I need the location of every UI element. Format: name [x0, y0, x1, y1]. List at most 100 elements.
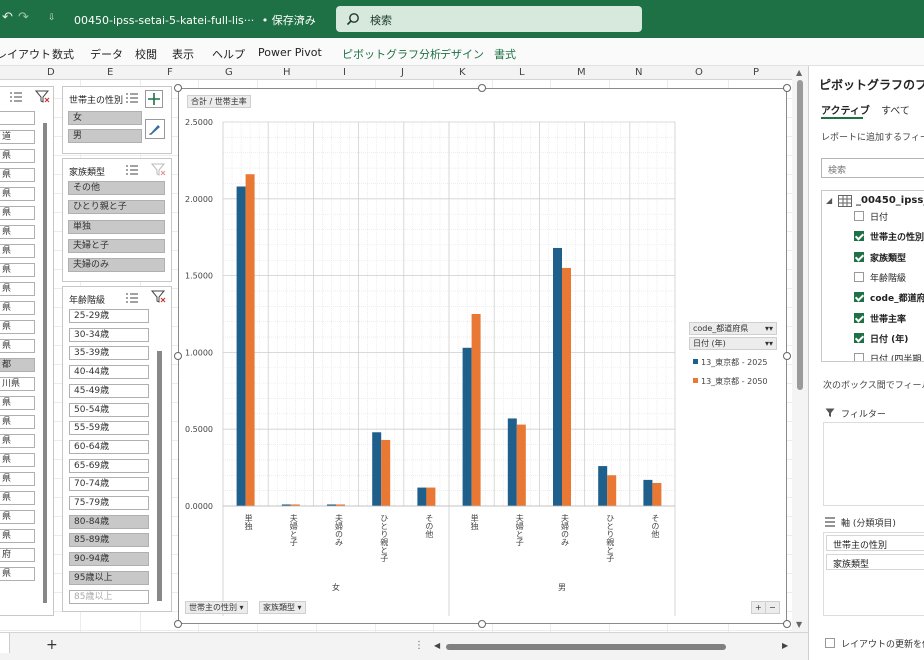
brush-icon[interactable]: [145, 119, 165, 139]
column-header[interactable]: P: [753, 67, 759, 78]
field-search-input[interactable]: 検索: [821, 158, 924, 178]
field-checkbox[interactable]: [854, 271, 864, 282]
resize-handle[interactable]: [174, 84, 182, 92]
slicer-item[interactable]: 県: [0, 206, 35, 220]
ribbon-tab[interactable]: データ: [90, 46, 123, 62]
ribbon-tab[interactable]: ヘルプ: [212, 46, 245, 62]
ribbon-tab[interactable]: 書式: [494, 46, 516, 62]
slicer-item[interactable]: 県: [0, 510, 35, 524]
legend-field-button-code[interactable]: code_都道府県 ▾▾: [689, 322, 777, 335]
field-checkbox[interactable]: [854, 332, 864, 343]
slicer-item[interactable]: 県: [0, 453, 35, 467]
defer-update-checkbox[interactable]: [825, 638, 835, 648]
slicer-item[interactable]: 県: [0, 529, 35, 543]
field-label[interactable]: 世帯主の性別: [870, 230, 924, 243]
ribbon-tab[interactable]: 校閲: [135, 46, 157, 62]
slicer-item[interactable]: ひとり親と子: [68, 200, 165, 215]
field-checkbox[interactable]: [854, 251, 864, 262]
tab-active[interactable]: アクティブ: [821, 102, 870, 117]
slicer-item[interactable]: 45-49歳: [69, 383, 149, 398]
filter-dropdown-icon[interactable]: ▾▾: [765, 323, 773, 334]
slicer-item[interactable]: 県: [0, 320, 35, 334]
slicer-item[interactable]: 県: [0, 187, 35, 201]
expand-field-button[interactable]: +: [751, 601, 766, 614]
slicer-item[interactable]: 県: [0, 567, 35, 581]
slicer-scrollbar[interactable]: [157, 351, 162, 601]
slicer-item[interactable]: 県: [0, 263, 35, 277]
slicer-item[interactable]: 50-54歳: [69, 402, 149, 417]
resize-handle[interactable]: [783, 352, 791, 360]
field-label[interactable]: 年齢階級: [870, 271, 906, 284]
slicer-item[interactable]: 40-44歳: [69, 365, 149, 380]
document-title[interactable]: 00450-ipss-setai-5-katei-full-lis··· • 保…: [74, 12, 316, 28]
filter-drop-area[interactable]: [823, 422, 924, 506]
slicer-item[interactable]: 夫婦のみ: [68, 258, 165, 273]
axis-field-button-sex[interactable]: 世帯主の性別 ▾: [185, 601, 248, 614]
slicer-item[interactable]: [0, 111, 35, 125]
multi-select-icon[interactable]: [125, 292, 139, 304]
filter-dropdown-icon[interactable]: ▾▾: [765, 338, 773, 349]
axis-field-button-family[interactable]: 家族類型 ▾: [259, 601, 306, 614]
ribbon-tab[interactable]: レイアウト: [0, 46, 51, 62]
slicer-item[interactable]: 県: [0, 339, 35, 353]
slicer-item[interactable]: 府: [0, 548, 35, 562]
column-header[interactable]: J: [401, 67, 404, 78]
ribbon-tab[interactable]: ピボットグラフ分析: [342, 46, 441, 62]
ribbon-tab[interactable]: 数式: [52, 46, 74, 62]
slicer-item[interactable]: 県: [0, 472, 35, 486]
slicer-scrollbar[interactable]: [43, 123, 47, 603]
slicer-item[interactable]: 70-74歳: [69, 477, 149, 492]
slicer-item[interactable]: 夫婦と子: [68, 238, 165, 253]
slicer-item[interactable]: 30-34歳: [69, 327, 149, 342]
slicer-item[interactable]: 95歳以上: [69, 570, 149, 585]
field-label[interactable]: 家族類型: [870, 251, 906, 264]
field-checkbox[interactable]: [854, 353, 864, 361]
multi-select-icon[interactable]: [125, 164, 139, 176]
slicer-item[interactable]: その他: [68, 181, 165, 195]
field-checkbox[interactable]: [854, 312, 864, 323]
column-header[interactable]: M: [577, 67, 586, 78]
slicer-item[interactable]: 県: [0, 434, 35, 448]
sheet-tab[interactable]: [0, 633, 10, 653]
slicer-item[interactable]: 川県: [0, 377, 35, 391]
field-label[interactable]: 世帯主率: [870, 312, 906, 325]
slicer-item[interactable]: 女: [68, 111, 142, 125]
slicer-item[interactable]: 県: [0, 225, 35, 239]
tree-expand-icon[interactable]: ◢: [826, 196, 832, 205]
axis-item[interactable]: 世帯主の性別: [826, 535, 924, 551]
ribbon-tab[interactable]: 表示: [172, 46, 194, 62]
slicer-item[interactable]: 県: [0, 282, 35, 296]
column-header[interactable]: O: [695, 67, 703, 78]
clear-filter-icon[interactable]: [151, 290, 167, 304]
tab-all[interactable]: すべて: [881, 102, 910, 117]
clear-filter-icon[interactable]: [151, 163, 167, 177]
legend-field-button-year[interactable]: 日付 (年) ▾▾: [689, 337, 777, 350]
slicer-item[interactable]: 県: [0, 491, 35, 505]
ribbon-tab[interactable]: Power Pivot: [258, 46, 322, 59]
horizontal-scroll-thumb[interactable]: [446, 644, 726, 650]
field-checkbox[interactable]: [854, 231, 864, 242]
axis-drop-area[interactable]: 世帯主の性別 家族類型: [823, 532, 924, 616]
slicer-item[interactable]: 単独: [68, 219, 165, 234]
slicer-item[interactable]: 県: [0, 415, 35, 429]
column-header[interactable]: L: [519, 67, 525, 78]
scroll-up-icon[interactable]: ▲: [796, 68, 802, 77]
resize-handle[interactable]: [174, 352, 182, 360]
column-header[interactable]: E: [107, 67, 113, 78]
slicer-item[interactable]: 県: [0, 301, 35, 315]
multi-select-icon[interactable]: [125, 92, 139, 104]
slicer-item[interactable]: 県: [0, 149, 35, 163]
slicer-item[interactable]: 75-79歳: [69, 496, 149, 510]
column-header[interactable]: F: [167, 67, 173, 78]
title-chevron-icon[interactable]: ⌄: [298, 12, 306, 23]
field-label[interactable]: code_都道府: [870, 291, 924, 304]
field-checkbox[interactable]: [854, 211, 864, 221]
resize-handle[interactable]: [783, 620, 791, 628]
scroll-down-icon[interactable]: ▼: [796, 620, 802, 629]
tab-split-handle[interactable]: ⋮: [414, 640, 424, 651]
quick-access-caret-icon[interactable]: ⇩: [48, 13, 56, 23]
slicer-item[interactable]: 55-59歳: [69, 421, 149, 436]
slicer-item[interactable]: 県: [0, 396, 35, 410]
slicer-item[interactable]: 男: [68, 129, 142, 143]
scroll-right-icon[interactable]: ▶: [782, 641, 788, 650]
